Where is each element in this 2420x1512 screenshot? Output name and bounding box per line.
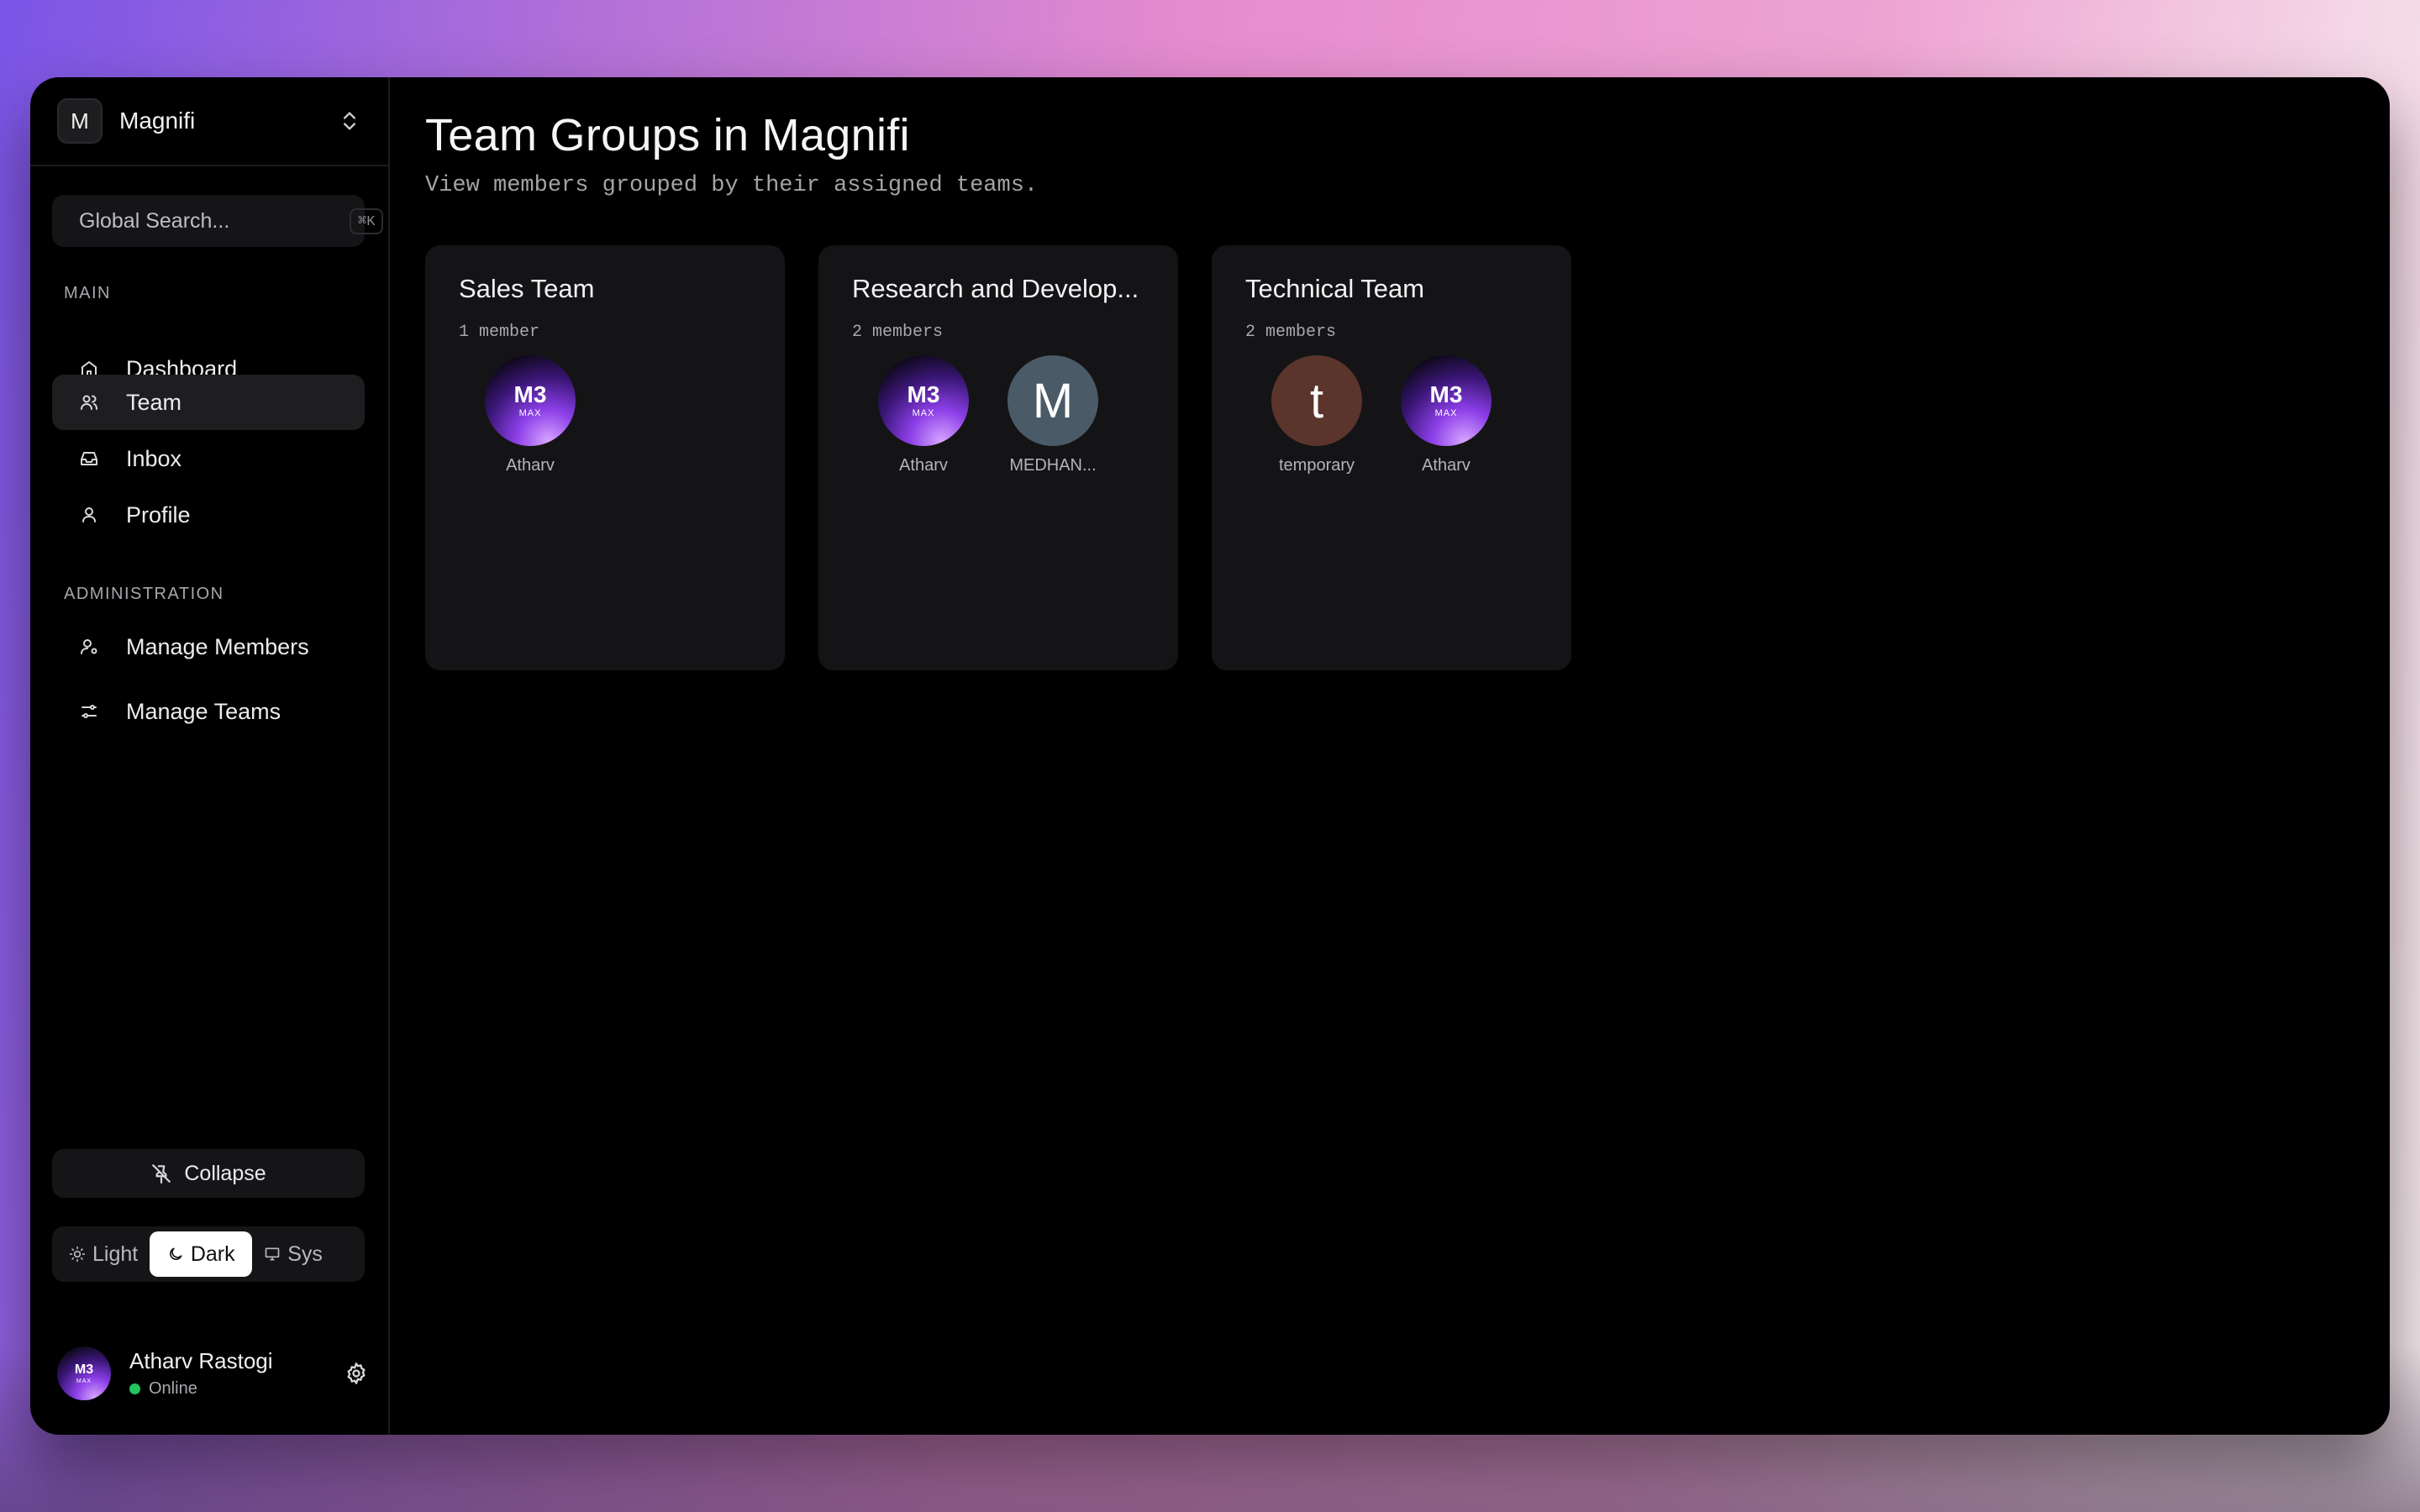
team-card-research[interactable]: Research and Develop... 2 members M3 MAX… <box>818 245 1178 670</box>
chip-top-text: M3 <box>1429 381 1463 407</box>
users-icon <box>81 395 97 410</box>
m3-max-chip-image: M3 MAX <box>878 355 969 446</box>
theme-dark-option[interactable]: Dark <box>150 1231 253 1277</box>
sliders-icon <box>82 705 97 718</box>
team-card-technical[interactable]: Technical Team 2 members t temporary M3 … <box>1212 245 1571 670</box>
member-name: Atharv <box>506 456 555 475</box>
chip-bottom-text: MAX <box>912 408 935 418</box>
sidebar-item-inbox[interactable]: Inbox <box>52 431 365 486</box>
workspace-avatar: M <box>57 98 103 144</box>
sun-icon <box>69 1246 86 1263</box>
team-cards: Sales Team 1 member M3 MAX Atharv Resear… <box>425 245 2354 670</box>
avatar[interactable]: M3 MAX <box>57 1347 111 1400</box>
member-count: 2 members <box>852 323 944 342</box>
chevron-up-down-icon <box>344 112 355 130</box>
team-name: Research and Develop... <box>852 274 1139 303</box>
app-window: M Magnifi ⌘K MAIN Dashboard Team Inbox P… <box>30 77 2390 1435</box>
collapse-label: Collapse <box>184 1161 266 1185</box>
chip-top-text: M3 <box>907 381 940 407</box>
user-cog-icon <box>81 639 97 654</box>
monitor-icon <box>265 1247 280 1261</box>
main-content: Team Groups in Magnifi View members grou… <box>390 77 2390 1435</box>
sidebar-item-manage-members[interactable]: Manage Members <box>52 619 365 675</box>
member-name: Atharv <box>1422 456 1470 475</box>
sidebar-item-label: Team <box>126 389 182 415</box>
user-name: Atharv Rastogi <box>129 1348 273 1373</box>
sidebar-item-label: Inbox <box>126 445 182 471</box>
member-count: 2 members <box>1245 323 1337 342</box>
user-status: Online <box>129 1379 345 1399</box>
user-card: M3 MAX Atharv Rastogi Online <box>57 1344 368 1403</box>
sidebar: M Magnifi ⌘K MAIN Dashboard Team Inbox P… <box>30 77 390 1435</box>
chip-bottom-text: MAX <box>518 408 542 418</box>
search-input[interactable] <box>79 208 350 234</box>
m3-max-chip-image: M3 MAX <box>485 355 576 446</box>
sidebar-item-profile[interactable]: Profile <box>52 487 365 543</box>
member-list: t temporary M3 MAX Atharv <box>1245 355 1538 475</box>
theme-system-option[interactable]: Sys <box>252 1231 334 1277</box>
member-count: 1 member <box>459 323 540 342</box>
chip-top-text: M3 <box>513 381 547 407</box>
sidebar-item-label: Profile <box>126 501 191 528</box>
search-shortcut: ⌘K <box>350 207 384 234</box>
page-subtitle: View members grouped by their assigned t… <box>425 173 1039 198</box>
member-item[interactable]: M MEDHAN... <box>1007 355 1099 475</box>
page-title: Team Groups in Magnifi <box>425 110 910 160</box>
m3-max-chip-image: M3 MAX <box>1401 355 1491 446</box>
theme-toggle: Light Dark Sys <box>52 1226 365 1282</box>
gear-icon[interactable] <box>345 1362 368 1385</box>
team-name: Technical Team <box>1245 274 1425 303</box>
avatar: M <box>1007 355 1098 446</box>
theme-light-label: Light <box>92 1242 139 1266</box>
chip-top-text: M3 <box>74 1362 94 1377</box>
member-list: M3 MAX Atharv <box>459 355 751 475</box>
member-name: MEDHAN... <box>1009 456 1097 475</box>
member-name: temporary <box>1278 456 1355 475</box>
member-item[interactable]: M3 MAX Atharv <box>484 355 576 475</box>
inbox-icon <box>81 452 97 465</box>
chip-bottom-text: MAX <box>1434 408 1458 418</box>
member-name: Atharv <box>899 456 948 475</box>
team-card-sales[interactable]: Sales Team 1 member M3 MAX Atharv <box>425 245 785 670</box>
global-search[interactable]: ⌘K <box>52 195 384 247</box>
team-name: Sales Team <box>459 274 595 303</box>
sidebar-item-label: Manage Members <box>126 633 309 659</box>
workspace-switcher[interactable]: M Magnifi <box>30 77 388 166</box>
sidebar-item-manage-teams[interactable]: Manage Teams <box>52 684 365 739</box>
member-item[interactable]: M3 MAX Atharv <box>1400 355 1492 475</box>
avatar: M3 MAX <box>878 355 969 446</box>
section-label-main: MAIN <box>64 284 111 302</box>
member-list: M3 MAX Atharv M MEDHAN... <box>852 355 1144 475</box>
user-status-text: Online <box>149 1379 197 1398</box>
collapse-button[interactable]: Collapse <box>52 1149 365 1198</box>
avatar: M3 MAX <box>485 355 576 446</box>
workspace-name: Magnifi <box>119 108 196 134</box>
avatar: M3 MAX <box>1401 355 1491 446</box>
theme-dark-label: Dark <box>190 1242 235 1266</box>
sidebar-item-team[interactable]: Team <box>52 375 365 430</box>
moon-icon <box>169 1247 182 1260</box>
member-item[interactable]: M3 MAX Atharv <box>877 355 970 475</box>
theme-light-option[interactable]: Light <box>57 1231 150 1277</box>
sidebar-item-label: Manage Teams <box>126 698 281 724</box>
section-label-administration: ADMINISTRATION <box>64 585 224 603</box>
online-status-dot <box>129 1383 140 1394</box>
chip-bottom-text: MAX <box>76 1378 92 1384</box>
theme-system-label: Sys <box>287 1242 323 1266</box>
m3-max-chip-image: M3 MAX <box>57 1347 111 1400</box>
user-icon <box>82 507 96 522</box>
user-info: Atharv Rastogi Online <box>129 1348 345 1399</box>
member-item[interactable]: t temporary <box>1270 355 1363 475</box>
avatar: t <box>1271 355 1362 446</box>
pin-off-icon <box>152 1164 171 1184</box>
